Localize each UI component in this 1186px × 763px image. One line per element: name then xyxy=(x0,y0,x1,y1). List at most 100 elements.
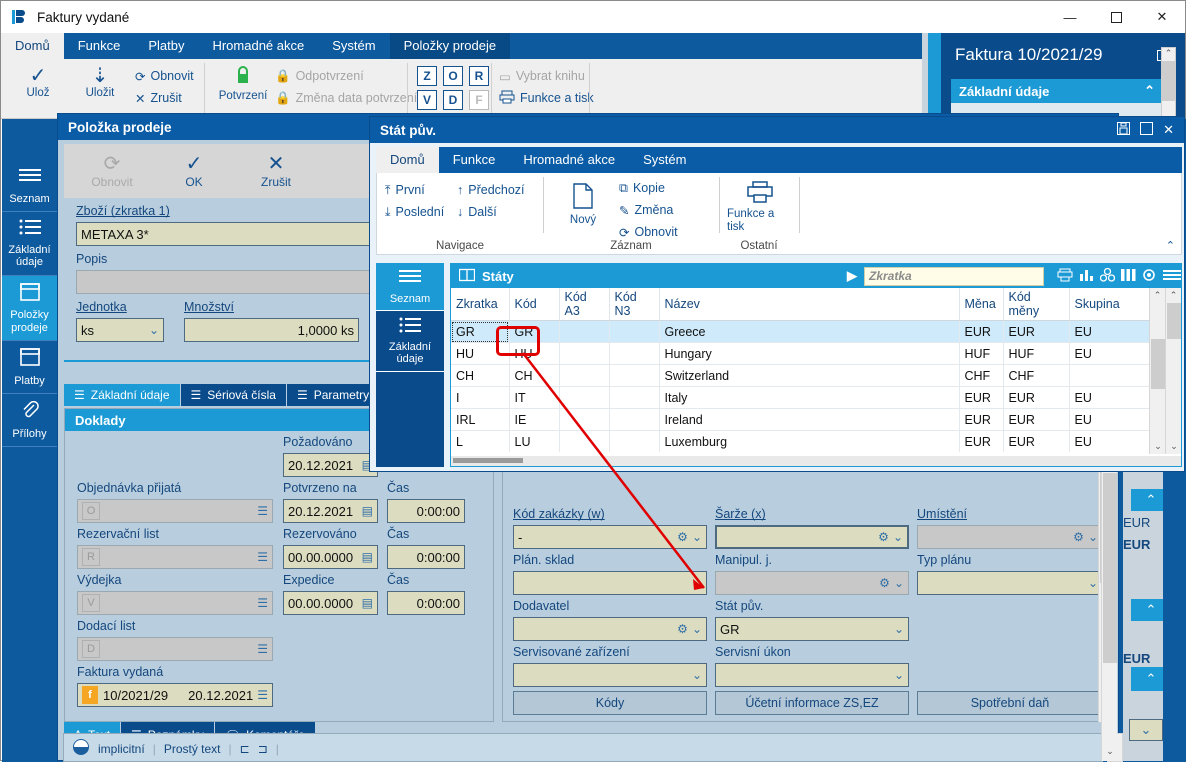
gear-icon[interactable]: ⚙ xyxy=(677,530,688,544)
dropdown-icon[interactable]: ⌄ xyxy=(692,530,702,544)
novy-button[interactable]: Nový xyxy=(553,177,613,226)
confirm-button[interactable]: Potvrzení xyxy=(213,59,273,102)
change-confirm-date-button[interactable]: 🔒 Změna data potvrzení xyxy=(275,87,417,109)
objednavka-input[interactable]: O ☰ xyxy=(77,499,273,523)
faktura-vydana-input[interactable]: f 10/2021/29 20.12.2021 ☰ xyxy=(77,683,273,707)
dropdown-icon[interactable]: ⌄ xyxy=(692,622,702,636)
lookup-icon[interactable]: ☰ xyxy=(257,688,268,702)
pozadovano-input[interactable]: 20.12.2021 ▤ xyxy=(283,453,378,477)
stat-tab-funkce[interactable]: Funkce xyxy=(439,147,510,173)
predchozi-button[interactable]: ↑ Předchozí xyxy=(457,179,547,201)
grid-outer-vscrollbar[interactable]: ⌃ ⌄ xyxy=(1165,288,1181,454)
implicitni-label[interactable]: implicitní xyxy=(98,742,145,756)
stat-sidebar-seznam[interactable]: Seznam xyxy=(376,263,444,311)
save-button[interactable]: ✓ Ulož xyxy=(11,59,65,99)
search-input[interactable]: Zkratka xyxy=(864,266,1044,286)
kod-zakazky-input[interactable]: - ⚙ ⌄ xyxy=(513,525,707,549)
key-button-r[interactable]: R xyxy=(469,66,489,86)
minimize-button[interactable]: — xyxy=(1047,1,1093,33)
col-kod[interactable]: Kód xyxy=(509,288,560,321)
ucetni-informace-button[interactable]: Účetní informace ZS,EZ xyxy=(715,691,909,715)
spotrebni-dan-button[interactable]: Spotřební daň xyxy=(917,691,1103,715)
columns-icon[interactable] xyxy=(1121,268,1136,285)
tab-hromadne-akce[interactable]: Hromadné akce xyxy=(198,33,318,59)
unconfirm-button[interactable]: 🔒 Odpotvrzení xyxy=(275,65,417,87)
sidebar-item-platby[interactable]: Platby xyxy=(2,341,57,394)
dalsi-button[interactable]: ↓ Další xyxy=(457,201,547,223)
potvrzeno-na-input[interactable]: 20.12.2021 ▤ xyxy=(283,499,378,523)
table-row[interactable]: L LU Luxemburg EUR EUR EU xyxy=(451,430,1149,452)
servisovane-zarizeni-input[interactable]: ⌄ xyxy=(513,663,707,687)
lookup-icon[interactable]: ☰ xyxy=(257,596,268,610)
collapse-chevron-1[interactable]: ⌃ xyxy=(1131,489,1163,511)
col-mena[interactable]: Měna xyxy=(959,288,1004,321)
table-row[interactable]: HU HU Hungary HUF HUF EU xyxy=(451,342,1149,365)
sidebar-item-seznam[interactable]: Seznam xyxy=(2,161,57,212)
col-nazev[interactable]: Název xyxy=(659,288,960,321)
prosty-text-label[interactable]: Prostý text xyxy=(164,742,221,756)
servisni-ukon-input[interactable]: ⌄ xyxy=(715,663,909,687)
cas-input-1[interactable]: 0:00:00 xyxy=(387,499,465,523)
plan-sklad-input[interactable]: ⌄ xyxy=(513,571,707,595)
tab-funkce[interactable]: Funkce xyxy=(64,33,135,59)
tab-domu[interactable]: Domů xyxy=(1,33,64,59)
dodaci-list-input[interactable]: D ☰ xyxy=(77,637,273,661)
dodavatel-input[interactable]: ⚙ ⌄ xyxy=(513,617,707,641)
refresh-button[interactable]: ⟳ Obnovit xyxy=(135,65,194,87)
tab-parametry[interactable]: ☰ Parametry xyxy=(286,384,381,406)
outdent-icon[interactable]: ⊐ xyxy=(258,742,268,756)
table-row[interactable]: GR GR Greece EUR EUR EU xyxy=(451,320,1149,343)
jednotka-input[interactable]: ks ⌄ xyxy=(76,318,164,342)
table-row[interactable]: I IT Italy EUR EUR EU xyxy=(451,386,1149,409)
scroll-thumb[interactable] xyxy=(1162,61,1175,101)
col-kod-a3[interactable]: Kód A3 xyxy=(559,288,610,321)
gear-icon[interactable]: ⚙ xyxy=(878,530,889,544)
save-as-button[interactable]: ⇣ Uložit xyxy=(73,59,127,99)
scroll-down-arrow[interactable]: ⌄ xyxy=(1102,744,1118,759)
functions-print-button[interactable]: Funkce a tisk xyxy=(499,87,594,109)
typ-planu-input[interactable]: ⌄ xyxy=(917,571,1103,595)
cancel-button[interactable]: ✕ Zrušit xyxy=(135,87,194,109)
polozka-ok-button[interactable]: ✓ OK xyxy=(166,153,222,189)
key-button-o[interactable]: O xyxy=(443,66,463,86)
tab-seriova-cisla[interactable]: ☰ Sériová čísla xyxy=(180,384,287,406)
panel-section-zakladni-udaje[interactable]: Základní údaje ⌃ xyxy=(951,79,1161,103)
lookup-icon[interactable]: ☰ xyxy=(257,642,268,656)
table-row[interactable]: IRL IE Ireland EUR EUR EU xyxy=(451,408,1149,431)
scroll-down-arrow[interactable]: ⌄ xyxy=(1166,439,1182,454)
maximize-button[interactable] xyxy=(1140,122,1154,138)
indent-icon[interactable]: ⊏ xyxy=(240,742,250,756)
cas-input-2[interactable]: 0:00:00 xyxy=(387,545,465,569)
kopie-button[interactable]: ⧉ Kopie xyxy=(619,177,711,199)
expedice-input[interactable]: 00.00.0000 ▤ xyxy=(283,591,378,615)
zmena-button[interactable]: ✎ Změna xyxy=(619,199,711,221)
kody-button[interactable]: Kódy xyxy=(513,691,707,715)
sarze-input[interactable]: ⚙ ⌄ xyxy=(715,525,909,549)
lookup-icon[interactable]: ☰ xyxy=(257,550,268,564)
ribbon-collapse-icon[interactable]: ⌃ xyxy=(1166,239,1175,252)
settings-icon[interactable] xyxy=(1142,268,1157,285)
scroll-down-arrow[interactable]: ⌄ xyxy=(1150,439,1166,454)
stat-tab-system[interactable]: Systém xyxy=(629,147,700,173)
calendar-icon[interactable]: ▤ xyxy=(362,504,373,518)
stat-sidebar-zakladni-udaje[interactable]: Základní údaje xyxy=(376,311,444,372)
key-button-z[interactable]: Z xyxy=(417,66,437,86)
dropdown-icon[interactable]: ⌄ xyxy=(149,323,159,337)
dropdown-icon[interactable]: ⌄ xyxy=(894,622,904,636)
key-button-v[interactable]: V xyxy=(417,90,437,110)
grid-inner-vscrollbar[interactable]: ⌃ ⌄ xyxy=(1149,288,1165,454)
collapse-chevron-3[interactable]: ⌃ xyxy=(1131,667,1163,691)
dropdown-icon[interactable]: ⌄ xyxy=(1088,530,1098,544)
col-kod-n3[interactable]: Kód N3 xyxy=(609,288,660,321)
polozka-cancel-button[interactable]: ✕ Zrušit xyxy=(248,153,304,189)
scroll-thumb[interactable] xyxy=(453,458,523,463)
gear-icon[interactable]: ⚙ xyxy=(677,622,688,636)
right-panel-scrollbar[interactable]: ⌃ xyxy=(1161,47,1176,122)
side-dropdown[interactable]: ⌄ xyxy=(1129,719,1163,741)
key-button-f[interactable]: F xyxy=(469,90,489,110)
dropdown-icon[interactable]: ⌄ xyxy=(692,668,702,682)
gear-icon[interactable]: ⚙ xyxy=(879,576,890,590)
stat-tab-domu[interactable]: Domů xyxy=(376,147,439,173)
col-skupina[interactable]: Skupina xyxy=(1069,288,1149,321)
font-color-icon[interactable] xyxy=(72,738,90,759)
